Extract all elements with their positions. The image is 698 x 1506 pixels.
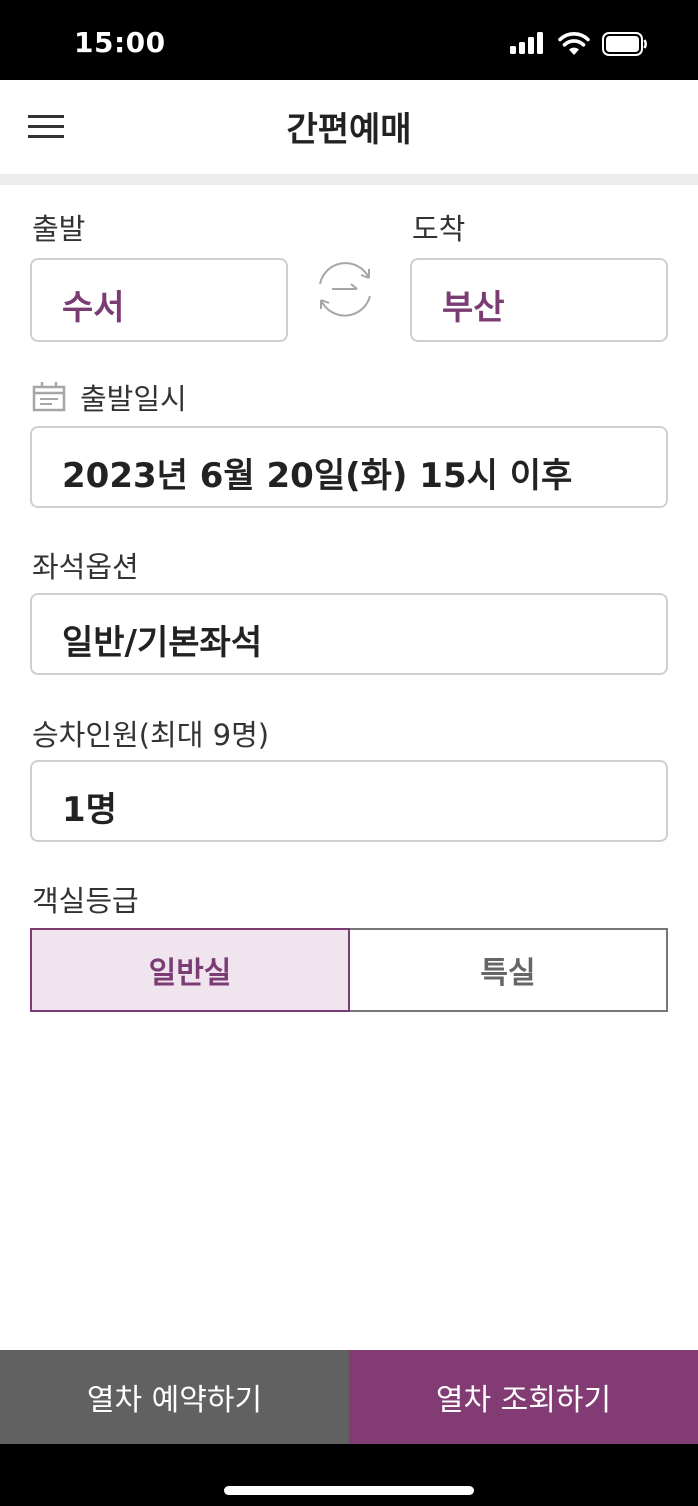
- page-title: 간편예매: [286, 110, 412, 150]
- wifi-icon: [558, 32, 590, 55]
- home-indicator-area: [0, 1444, 698, 1506]
- passenger-count-value: 1명: [62, 790, 117, 830]
- header-divider: [0, 174, 698, 185]
- departure-datetime-label: 출발일시: [80, 382, 187, 416]
- seat-option-value: 일반/기본좌석: [62, 623, 263, 663]
- reserve-train-button[interactable]: 열차 예약하기: [0, 1350, 349, 1444]
- status-bar: 15:00: [0, 0, 698, 80]
- arrival-station-field[interactable]: 부산: [410, 258, 668, 342]
- app-screen: 간편예매 출발 도착 수서 부산 출발일시 2023년 6월 20일(화) 15…: [0, 80, 698, 1444]
- departure-station-field[interactable]: 수서: [30, 258, 288, 342]
- swap-stations-icon[interactable]: [312, 256, 378, 322]
- cabin-standard-option[interactable]: 일반실: [30, 928, 350, 1012]
- search-trains-button[interactable]: 열차 조회하기: [349, 1350, 698, 1444]
- arrival-station-value: 부산: [442, 288, 505, 328]
- bottom-action-bar: 열차 예약하기 열차 조회하기: [0, 1350, 698, 1444]
- battery-icon: [602, 32, 647, 56]
- calendar-icon: [32, 382, 66, 412]
- header: 간편예매: [0, 80, 698, 174]
- cabin-first-class-option[interactable]: 특실: [350, 928, 668, 1012]
- cabin-class-label: 객실등급: [32, 884, 139, 918]
- departure-datetime-field[interactable]: 2023년 6월 20일(화) 15시 이후: [30, 426, 668, 508]
- departure-station-value: 수서: [62, 288, 125, 328]
- departure-label: 출발: [32, 212, 86, 246]
- passenger-count-field[interactable]: 1명: [30, 760, 668, 842]
- status-time: 15:00: [74, 26, 166, 59]
- departure-datetime-value: 2023년 6월 20일(화) 15시 이후: [62, 456, 573, 496]
- cellular-signal-icon: [510, 32, 548, 54]
- seat-option-label: 좌석옵션: [32, 550, 139, 584]
- arrival-label: 도착: [412, 212, 466, 246]
- seat-option-field[interactable]: 일반/기본좌석: [30, 593, 668, 675]
- passenger-count-label: 승차인원(최대 9명): [32, 718, 270, 752]
- home-indicator[interactable]: [224, 1486, 474, 1495]
